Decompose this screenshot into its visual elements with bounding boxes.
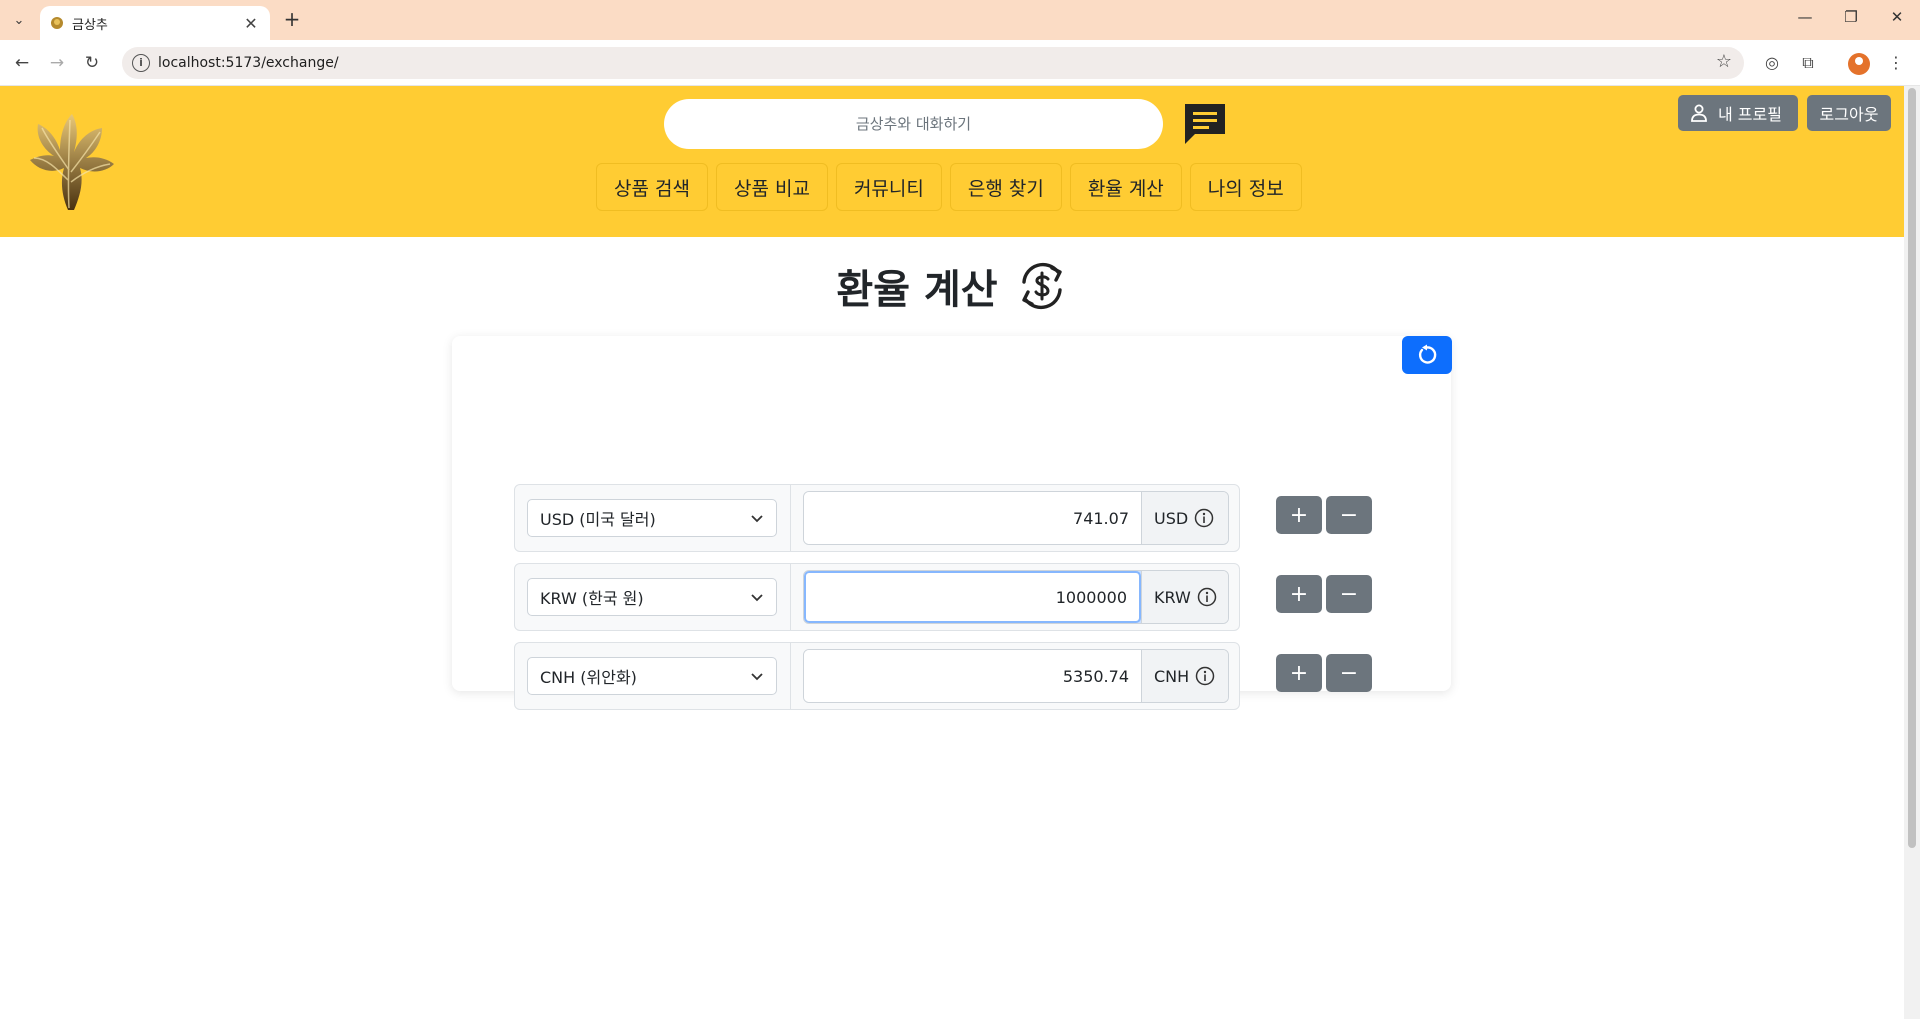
amount-input[interactable] [804,650,1141,702]
minimize-icon[interactable]: — [1790,8,1820,32]
currency-select-value: KRW (한국 원) [540,589,644,608]
person-icon [1691,104,1707,122]
currency-code-addon: CNH [1141,650,1228,702]
info-icon[interactable] [1195,666,1215,686]
media-icon[interactable]: ◎ [1760,51,1784,75]
currency-select[interactable]: USD (미국 달러) [527,499,777,537]
row-divider [790,643,791,709]
info-icon[interactable] [1194,508,1214,528]
reset-button[interactable] [1402,336,1452,374]
currency-code-addon: KRW [1141,571,1228,623]
currency-row: KRW (한국 원) KRW [514,563,1240,631]
scrollbar-thumb[interactable] [1908,88,1916,848]
browser-profile-avatar[interactable] [1848,53,1870,75]
currency-row: USD (미국 달러) USD [514,484,1240,552]
forward-arrow-icon[interactable]: → [45,51,69,75]
chat-input[interactable] [664,99,1163,149]
restore-icon[interactable]: ❐ [1836,8,1866,32]
url-text[interactable]: localhost:5173/exchange/ [158,55,339,71]
site-header: 상품 검색 상품 비교 커뮤니티 은행 찾기 환율 계산 나의 정보 내 프로필… [0,86,1904,237]
chevron-down-icon [751,515,763,523]
decrease-button[interactable]: − [1326,654,1372,692]
currency-code-addon: USD [1141,492,1228,544]
nav-item-exchange[interactable]: 환율 계산 [1069,163,1182,211]
currency-select-value: CNH (위안화) [540,668,637,687]
currency-select[interactable]: KRW (한국 원) [527,578,777,616]
nav-item-product-search[interactable]: 상품 검색 [596,163,708,211]
page-title: 환율 계산 [836,267,998,313]
amount-group: CNH [803,649,1229,703]
increase-button[interactable]: + [1276,496,1322,534]
decrease-button[interactable]: − [1326,496,1372,534]
currency-select-value: USD (미국 달러) [540,510,656,529]
site-info-icon[interactable]: i [132,54,150,72]
amount-group: USD [803,491,1229,545]
new-tab-button[interactable]: + [280,8,304,32]
currency-code: KRW [1154,587,1191,607]
chevron-down-icon [751,673,763,681]
window-close-icon[interactable]: ✕ [1882,8,1912,32]
nav-item-my-info[interactable]: 나의 정보 [1189,163,1302,211]
address-bar[interactable]: i localhost:5173/exchange/ ☆ [122,47,1744,79]
reset-icon [1418,344,1437,364]
back-arrow-icon[interactable]: ← [10,51,34,75]
row-divider [790,564,791,630]
amount-group: KRW [803,570,1229,624]
lettuce-logo-icon[interactable] [16,110,120,214]
amount-input[interactable] [804,492,1141,544]
currency-row: CNH (위안화) CNH [514,642,1240,710]
tab-title: 금상추 [72,17,108,33]
browser-menu-icon[interactable]: ⋮ [1884,51,1908,75]
page: 상품 검색 상품 비교 커뮤니티 은행 찾기 환율 계산 나의 정보 내 프로필… [0,86,1904,1019]
exchange-dollar-icon [1021,262,1062,310]
reload-icon[interactable]: ↻ [80,51,104,75]
currency-select[interactable]: CNH (위안화) [527,657,777,695]
exchange-calculator-card: USD (미국 달러) USD + − KRW (한국 원) [452,336,1452,710]
nav-item-bank-finder[interactable]: 은행 찾기 [949,163,1062,211]
tab-list-chevron-icon[interactable]: ⌄ [8,9,30,31]
browser-toolbar: ← → ↻ i localhost:5173/exchange/ ☆ ◎ ⧉ ⋮ [0,40,1920,86]
chevron-down-icon [751,594,763,602]
my-profile-button[interactable]: 내 프로필 [1678,95,1798,131]
currency-code: CNH [1154,666,1190,686]
browser-tab[interactable]: 금상추 ✕ [40,6,270,40]
title-area: 환율 계산 [0,258,1904,314]
page-scrollbar[interactable] [1904,86,1920,1019]
row-divider [790,485,791,551]
amount-input[interactable] [804,571,1141,623]
decrease-button[interactable]: − [1326,575,1372,613]
bookmark-star-icon[interactable]: ☆ [1716,51,1732,72]
increase-button[interactable]: + [1276,654,1322,692]
info-icon[interactable] [1197,587,1217,607]
extensions-icon[interactable]: ⧉ [1796,51,1820,75]
close-icon[interactable]: ✕ [242,14,260,33]
nav-item-community[interactable]: 커뮤니티 [835,163,942,211]
logout-button[interactable]: 로그아웃 [1807,95,1891,131]
browser-tabbar: ⌄ 금상추 ✕ + — ❐ ✕ [0,0,1920,40]
favicon-icon [51,17,63,29]
increase-button[interactable]: + [1276,575,1322,613]
chat-bubble-icon[interactable] [1181,100,1229,146]
my-profile-label: 내 프로필 [1718,105,1782,124]
main-nav: 상품 검색 상품 비교 커뮤니티 은행 찾기 환율 계산 나의 정보 [596,163,1302,211]
nav-item-product-compare[interactable]: 상품 비교 [715,163,828,211]
currency-code: USD [1154,508,1189,528]
